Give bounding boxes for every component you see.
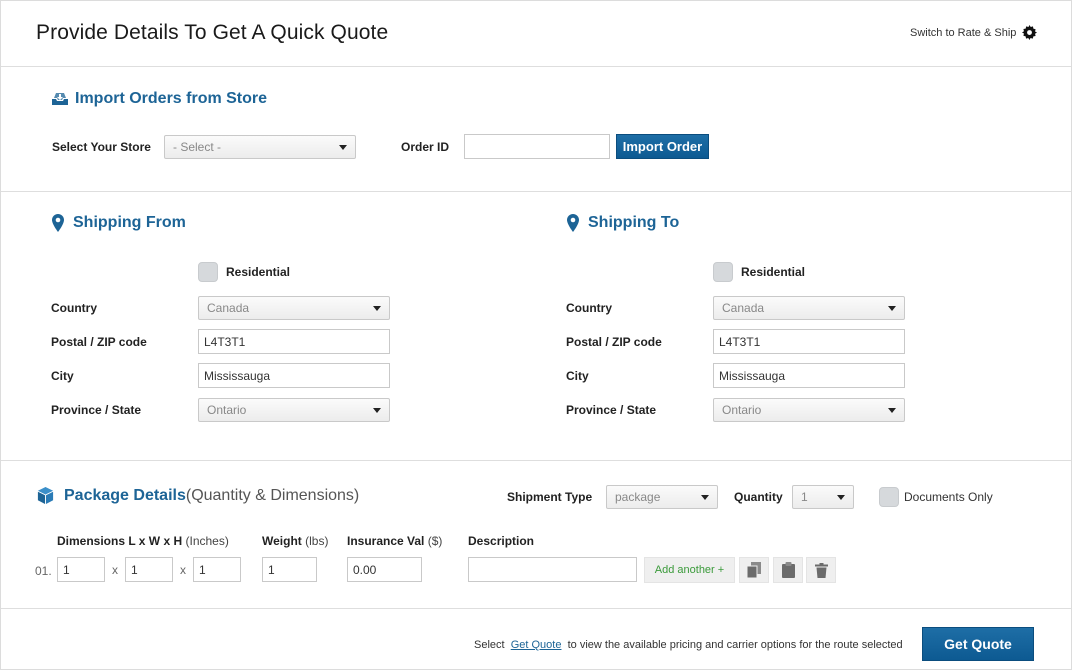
documents-only-label: Documents Only (904, 490, 993, 504)
to-province-value: Ontario (722, 403, 762, 417)
description-header: Description (468, 534, 535, 548)
to-country-label: Country (566, 301, 612, 315)
from-postal-label: Postal / ZIP code (51, 335, 147, 349)
chevron-down-icon (837, 495, 845, 500)
footer-text-after: to view the available pricing and carrie… (567, 639, 903, 651)
footer-text-before: Select (474, 639, 505, 651)
shipment-type-select[interactable]: package (606, 485, 718, 509)
from-province-select[interactable]: Ontario (198, 398, 390, 422)
quantity-value: 1 (801, 490, 808, 504)
weight-header: Weight (lbs) (262, 534, 328, 548)
from-province-label: Province / State (51, 403, 142, 417)
weight-unit: (lbs) (305, 534, 329, 548)
from-country-select[interactable]: Canada (198, 296, 390, 320)
weight-input[interactable] (262, 557, 317, 582)
insurance-label: Insurance Val (347, 534, 425, 548)
chevron-down-icon (888, 408, 896, 413)
import-title: Import Orders from Store (75, 90, 268, 107)
insurance-header: Insurance Val ($) (347, 534, 442, 548)
to-province-select[interactable]: Ontario (713, 398, 905, 422)
paste-row-button[interactable] (773, 557, 803, 583)
height-input[interactable] (193, 557, 241, 582)
to-province-label: Province / State (566, 403, 657, 417)
dimensions-unit: (Inches) (185, 534, 229, 548)
chevron-down-icon (373, 408, 381, 413)
shipping-from-title: Shipping From (73, 214, 186, 231)
switch-rate-ship-link[interactable]: Switch to Rate & Ship (910, 25, 1038, 40)
package-box-icon (37, 486, 54, 505)
order-id-input[interactable] (464, 134, 610, 159)
dimensions-label: Dimensions L x W x H (57, 534, 183, 548)
to-postal-input[interactable] (713, 329, 905, 354)
shipping-to-title: Shipping To (588, 214, 680, 231)
row-index: 01. (35, 564, 52, 578)
description-input[interactable] (468, 557, 637, 582)
map-pin-icon (52, 214, 64, 232)
dimension-separator: x (180, 563, 186, 577)
weight-label: Weight (262, 534, 302, 548)
inbox-download-icon (52, 93, 68, 105)
width-input[interactable] (125, 557, 173, 582)
to-city-input[interactable] (713, 363, 905, 388)
switch-label: Switch to Rate & Ship (910, 26, 1017, 39)
footer-hint: Select Get Quote to view the available p… (474, 639, 903, 651)
from-city-label: City (51, 369, 74, 383)
divider (1, 460, 1071, 461)
package-subtitle: (Quantity & Dimensions) (185, 486, 360, 504)
from-residential-label: Residential (226, 265, 291, 279)
from-residential-checkbox[interactable] (198, 262, 218, 282)
to-country-select[interactable]: Canada (713, 296, 905, 320)
map-pin-icon (567, 214, 579, 232)
copy-icon (747, 562, 761, 578)
dimensions-header: Dimensions L x W x H (Inches) (57, 534, 229, 548)
shipping-from-header: Shipping From (52, 214, 186, 232)
gear-icon (1022, 25, 1038, 40)
chevron-down-icon (701, 495, 709, 500)
to-city-label: City (566, 369, 589, 383)
get-quote-button[interactable]: Get Quote (922, 627, 1034, 661)
divider (1, 608, 1071, 609)
documents-only-checkbox[interactable] (879, 487, 899, 507)
from-country-value: Canada (207, 301, 250, 315)
divider (1, 66, 1071, 67)
import-section-header: Import Orders from Store (51, 90, 267, 108)
divider (1, 191, 1071, 192)
get-quote-link[interactable]: Get Quote (511, 639, 562, 651)
shipping-to-header: Shipping To (567, 214, 679, 232)
order-id-label: Order ID (401, 140, 450, 154)
from-country-label: Country (51, 301, 97, 315)
page-title: Provide Details To Get A Quick Quote (36, 21, 389, 44)
quantity-label: Quantity (734, 490, 783, 504)
insurance-unit: ($) (427, 534, 443, 548)
store-label: Select Your Store (52, 140, 151, 154)
import-order-button[interactable]: Import Order (616, 134, 709, 159)
add-another-button[interactable]: Add another + (644, 557, 735, 583)
delete-row-button[interactable] (806, 557, 836, 583)
trash-icon (814, 562, 828, 578)
quantity-select[interactable]: 1 (792, 485, 854, 509)
copy-row-button[interactable] (739, 557, 769, 583)
clipboard-icon (781, 562, 795, 578)
shipment-type-label: Shipment Type (507, 490, 593, 504)
from-city-input[interactable] (198, 363, 390, 388)
dimension-separator: x (112, 563, 118, 577)
package-section-header: Package Details(Quantity & Dimensions) (36, 486, 359, 505)
chevron-down-icon (373, 306, 381, 311)
from-province-value: Ontario (207, 403, 247, 417)
to-country-value: Canada (722, 301, 765, 315)
to-residential-checkbox[interactable] (713, 262, 733, 282)
store-select[interactable]: - Select - (164, 135, 356, 159)
chevron-down-icon (888, 306, 896, 311)
length-input[interactable] (57, 557, 105, 582)
store-select-value: - Select - (173, 140, 222, 154)
package-title: Package Details(Quantity & Dimensions) (64, 487, 359, 505)
from-postal-input[interactable] (198, 329, 390, 354)
package-title-text: Package Details (64, 486, 186, 504)
to-postal-label: Postal / ZIP code (566, 335, 662, 349)
shipment-type-value: package (615, 490, 661, 504)
insurance-input[interactable] (347, 557, 422, 582)
to-residential-label: Residential (741, 265, 806, 279)
chevron-down-icon (339, 145, 347, 150)
